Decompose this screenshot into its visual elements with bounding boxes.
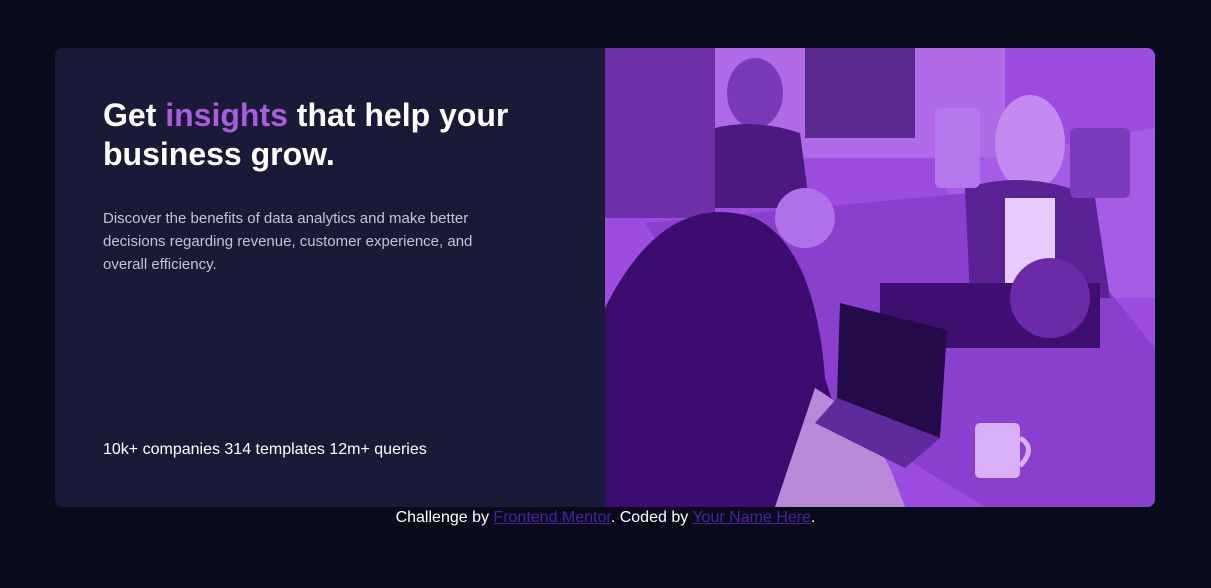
person-back-head: [727, 58, 783, 128]
photo-illustration: [605, 48, 1155, 507]
plant: [1010, 258, 1090, 338]
frontend-mentor-link[interactable]: Frontend Mentor: [493, 509, 610, 526]
chair: [935, 108, 980, 188]
stats: 10k+ companies 314 templates 12m+ querie…: [103, 441, 427, 458]
attribution-middle: . Coded by: [610, 509, 693, 526]
description: Discover the benefits of data analytics …: [103, 210, 473, 273]
chair-right: [1070, 128, 1130, 198]
author-link[interactable]: Your Name Here: [692, 509, 811, 526]
headline: Get insights that help your business gro…: [103, 96, 563, 174]
headline-prefix: Get: [103, 97, 166, 133]
headline-accent: insights: [165, 97, 288, 133]
flowers: [775, 188, 835, 248]
radiator: [805, 48, 915, 138]
main-card: Get insights that help your business gro…: [55, 48, 1155, 507]
mug: [975, 423, 1020, 478]
left-wall: [605, 48, 715, 218]
person-right-head: [995, 95, 1065, 191]
office-team-photo: [605, 48, 1155, 507]
attribution: Challenge by Frontend Mentor. Coded by Y…: [0, 508, 1211, 528]
attribution-suffix: .: [810, 509, 816, 526]
attribution-prefix: Challenge by: [395, 509, 494, 526]
card-content: Get insights that help your business gro…: [103, 96, 563, 276]
